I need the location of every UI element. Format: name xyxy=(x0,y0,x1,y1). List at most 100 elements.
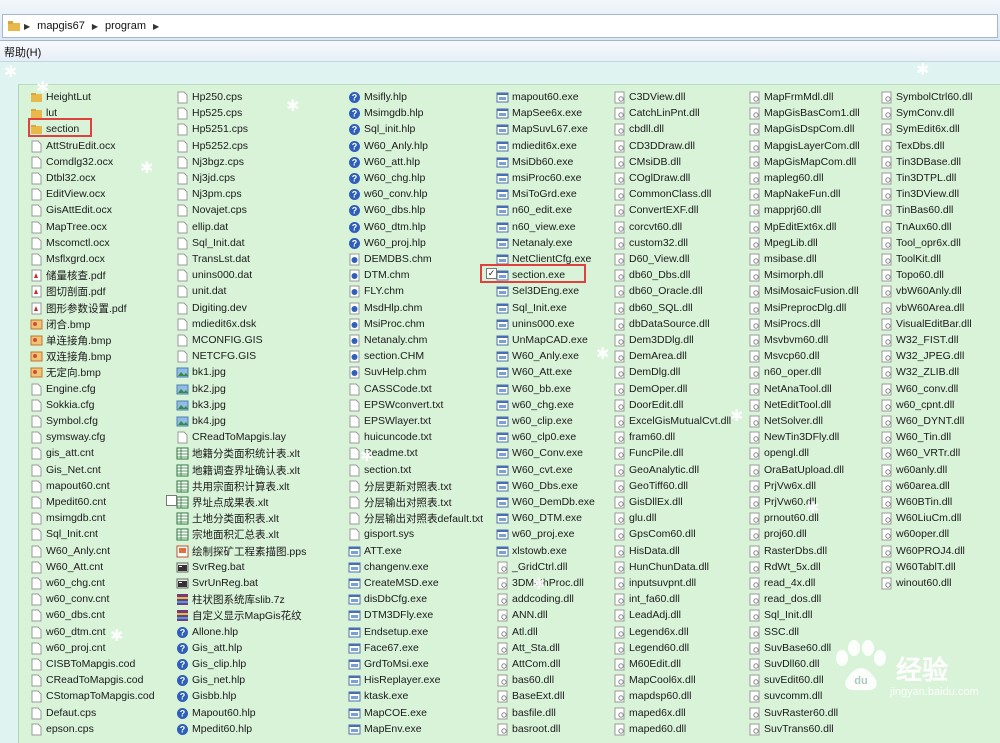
file-item[interactable]: EPSWlayer.txt xyxy=(348,413,431,429)
file-item[interactable]: section.txt xyxy=(348,462,411,478)
file-item[interactable]: MapGisDspCom.dll xyxy=(748,121,854,137)
file-item[interactable]: prnout60.dll xyxy=(748,510,819,526)
file-item[interactable]: ANN.dll xyxy=(496,607,548,623)
file-item[interactable]: W60_DemDb.exe xyxy=(496,494,595,510)
file-item[interactable]: int_fa60.dll xyxy=(613,591,680,607)
file-item[interactable]: DemArea.dll xyxy=(613,348,687,364)
file-item[interactable]: W60_Dbs.exe xyxy=(496,478,578,494)
file-item[interactable]: MpegLib.dll xyxy=(748,235,818,251)
file-item[interactable]: SvrReg.bat xyxy=(176,559,245,575)
file-item[interactable]: read_dos.dll xyxy=(748,591,821,607)
file-item[interactable]: Sokkia.cfg xyxy=(30,397,94,413)
file-item[interactable]: EPSWconvert.txt xyxy=(348,397,443,413)
file-item[interactable]: SSC.dll xyxy=(748,624,799,640)
file-item[interactable]: Tool_opr6x.dll xyxy=(880,235,961,251)
file-item[interactable]: VisualEditBar.dll xyxy=(880,316,972,332)
file-item[interactable]: w60_chg.exe xyxy=(496,397,574,413)
file-item[interactable]: OraBatUpload.dll xyxy=(748,462,844,478)
file-item[interactable]: MCONFIG.GIS xyxy=(176,332,263,348)
file-item[interactable]: 储量核查.pdf xyxy=(30,267,106,283)
file-item[interactable]: W60_Att.cnt xyxy=(30,559,103,575)
file-item[interactable]: CStomapToMapgis.cod xyxy=(30,688,155,704)
file-item[interactable]: W32_ZLIB.dll xyxy=(880,364,959,380)
file-item[interactable]: GeoTiff60.dll xyxy=(613,478,688,494)
file-item[interactable]: w60anly.dll xyxy=(880,462,947,478)
file-item[interactable]: ? W60_Anly.hlp xyxy=(348,138,428,154)
file-item[interactable]: W60_conv.dll xyxy=(880,381,958,397)
file-item[interactable]: AttStruEdit.ocx xyxy=(30,138,115,154)
file-item[interactable]: NETCFG.GIS xyxy=(176,348,256,364)
file-item[interactable]: ellip.dat xyxy=(176,219,228,235)
file-item[interactable]: 3DMathProc.dll xyxy=(496,575,584,591)
file-item[interactable]: BaseExt.dll xyxy=(496,688,565,704)
file-item[interactable]: W60LiuCm.dll xyxy=(880,510,961,526)
file-item[interactable]: w60_conv.cnt xyxy=(30,591,109,607)
file-item[interactable]: cbdll.dll xyxy=(613,121,664,137)
file-item[interactable]: MapSuvL67.exe xyxy=(496,121,588,137)
file-item[interactable]: suvEdit60.dll xyxy=(748,672,824,688)
file-item[interactable]: n60_oper.dll xyxy=(748,364,821,380)
file-item[interactable]: NetClientCfg.exe xyxy=(496,251,591,267)
file-item[interactable]: TinBas60.dll xyxy=(880,202,953,218)
file-item[interactable]: Comdlg32.ocx xyxy=(30,154,113,170)
file-item[interactable]: MsiToGrd.exe xyxy=(496,186,577,202)
file-item[interactable]: SuvHelp.chm xyxy=(348,364,426,380)
file-item[interactable]: w60_dbs.cnt xyxy=(30,607,105,623)
file-item[interactable]: W32_JPEG.dll xyxy=(880,348,964,364)
file-item[interactable]: Hp250.cps xyxy=(176,89,242,105)
file-item[interactable]: 图切剖面.pdf xyxy=(30,283,106,299)
file-item[interactable]: Hp5252.cps xyxy=(176,138,248,154)
file-item[interactable]: Legend6x.dll xyxy=(613,624,689,640)
file-item[interactable]: MapTree.ocx xyxy=(30,219,107,235)
file-item[interactable]: Att_Sta.dll xyxy=(496,640,560,656)
file-item[interactable]: custom32.dll xyxy=(613,235,688,251)
file-item[interactable]: CMsiDB.dll xyxy=(613,154,681,170)
file-item[interactable]: ? Mpedit60.hlp xyxy=(176,721,252,737)
file-item[interactable]: glu.dll xyxy=(613,510,656,526)
file-item[interactable]: maped6x.dll xyxy=(613,705,686,721)
file-item[interactable]: W60_Tin.dll xyxy=(880,429,951,445)
file-item[interactable]: ExcelGisMutualCvt.dll xyxy=(613,413,731,429)
file-item[interactable]: bas60.dll xyxy=(496,672,554,688)
file-item[interactable]: ? Sql_init.hlp xyxy=(348,121,415,137)
selection-checkbox-empty[interactable] xyxy=(166,495,177,506)
file-item[interactable]: mapprj60.dll xyxy=(748,202,821,218)
file-item[interactable]: read_4x.dll xyxy=(748,575,815,591)
address-segment-program[interactable]: program xyxy=(101,20,150,32)
file-item[interactable]: 分层输出对照表default.txt xyxy=(348,510,483,526)
file-item[interactable]: EditView.ocx xyxy=(30,186,105,202)
address-segment-mapgis67[interactable]: mapgis67 xyxy=(33,20,89,32)
file-item[interactable]: MapEnv.exe xyxy=(348,721,422,737)
file-item[interactable]: NetAnaTool.dll xyxy=(748,381,832,397)
file-item[interactable]: W60_Att.exe xyxy=(496,364,572,380)
file-item[interactable]: opengl.dll xyxy=(748,445,809,461)
file-item[interactable]: fram60.dll xyxy=(613,429,675,445)
file-item[interactable]: ? Gis_net.hlp xyxy=(176,672,245,688)
file-item[interactable]: GisAttEdit.ocx xyxy=(30,202,112,218)
file-item[interactable]: MsdHlp.chm xyxy=(348,300,422,316)
file-item[interactable]: w60_cpnt.dll xyxy=(880,397,954,413)
file-item[interactable]: Tin3DBase.dll xyxy=(880,154,961,170)
file-item[interactable]: DTM.chm xyxy=(348,267,410,283)
file-item[interactable]: Dtbl32.ocx xyxy=(30,170,96,186)
file-item[interactable]: CreateMSD.exe xyxy=(348,575,439,591)
file-item[interactable]: ? w60_conv.hlp xyxy=(348,186,427,202)
file-item[interactable]: 地籍调查界址确认表.xlt xyxy=(176,462,300,478)
file-item[interactable]: gisport.sys xyxy=(348,526,414,542)
file-item[interactable]: basroot.dll xyxy=(496,721,560,737)
file-item[interactable]: Topo60.dll xyxy=(880,267,944,283)
file-item[interactable]: W60_DTM.exe xyxy=(496,510,582,526)
file-item[interactable]: Gis_Net.cnt xyxy=(30,462,101,478)
file-item[interactable]: suvcomm.dll xyxy=(748,688,822,704)
selection-checkbox[interactable]: ✓ xyxy=(486,268,497,279)
file-item[interactable]: MapNakeFun.dll xyxy=(748,186,840,202)
file-item[interactable]: msibase.dll xyxy=(748,251,817,267)
file-item[interactable]: W60_DYNT.dll xyxy=(880,413,964,429)
file-item[interactable]: GeoAnalytic.dll xyxy=(613,462,699,478)
file-item[interactable]: Engine.cfg xyxy=(30,381,96,397)
file-item[interactable]: Endsetup.exe xyxy=(348,624,428,640)
address-dropdown-icon[interactable]: ▶ xyxy=(150,22,162,31)
file-item[interactable]: 土地分类面积表.xlt xyxy=(176,510,279,526)
file-item[interactable]: Sql_Init.dll xyxy=(748,607,812,623)
file-item[interactable]: FLY.chm xyxy=(348,283,404,299)
